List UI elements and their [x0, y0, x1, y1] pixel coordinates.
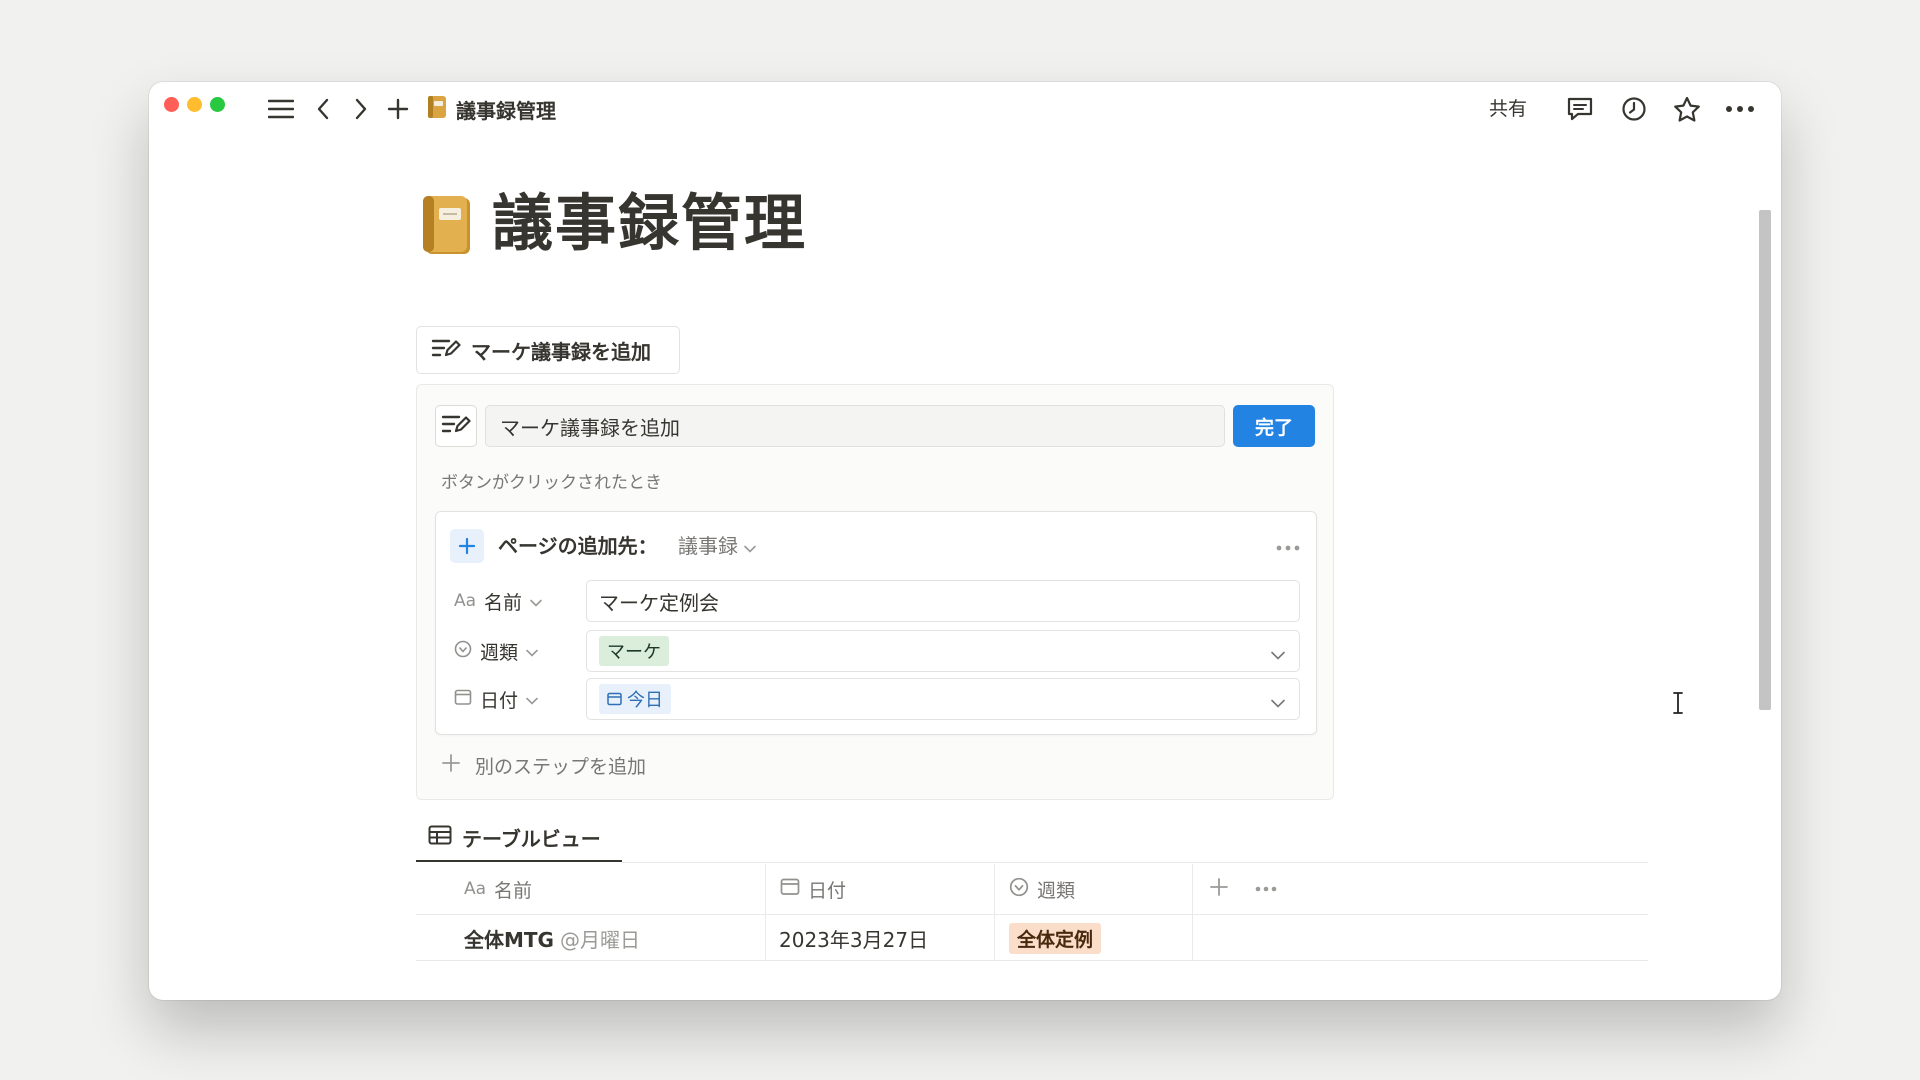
- button-name-input[interactable]: [485, 405, 1225, 447]
- page-title[interactable]: 議事録管理: [492, 185, 807, 263]
- button-editor: 完了 ボタンがクリックされたとき ページの追加先： 議事録 Aa 名前: [416, 384, 1334, 800]
- tab-divider: [622, 862, 1648, 863]
- title-bar: 議事録管理 共有: [149, 82, 1781, 136]
- calendar-icon: [454, 688, 472, 711]
- row-divider: [416, 960, 1648, 961]
- property-date-text: 日付: [480, 689, 519, 712]
- table-row-type-cell[interactable]: 全体定例: [1009, 916, 1102, 960]
- column-header-name-label: 名前: [494, 879, 533, 902]
- chevron-down-icon: [526, 640, 538, 662]
- step-title: ページの追加先：: [498, 534, 658, 558]
- select-type-icon: [454, 640, 472, 663]
- text-type-icon: Aa: [464, 879, 487, 899]
- chevron-down-icon: [530, 590, 542, 612]
- plus-icon: [1209, 877, 1229, 902]
- button-icon-picker[interactable]: [435, 405, 477, 447]
- trigger-label: ボタンがクリックされたとき: [441, 473, 662, 493]
- column-header-name[interactable]: Aa 名前: [464, 864, 532, 914]
- breadcrumb[interactable]: 議事録管理: [426, 92, 556, 126]
- breadcrumb-title: 議事録管理: [456, 98, 556, 123]
- property-label-date[interactable]: 日付: [454, 678, 538, 720]
- select-type-icon: [1009, 877, 1029, 902]
- property-label-type[interactable]: 週類: [454, 630, 538, 672]
- select-tag: マーケ: [599, 636, 669, 666]
- zoom-window-button[interactable]: [210, 97, 225, 112]
- add-page-step: ページの追加先： 議事録 Aa 名前 マーケ定例会 週類 マーケ 日付 今日: [435, 511, 1317, 735]
- column-header-type-label: 週類: [1037, 879, 1076, 902]
- add-minutes-button-label: マーケ議事録を追加: [471, 339, 651, 364]
- new-page-icon[interactable]: [385, 92, 411, 126]
- page-notebook-icon[interactable]: [420, 194, 474, 256]
- select-tag: 全体定例: [1009, 922, 1102, 954]
- property-name-text: 名前: [484, 591, 523, 614]
- column-divider[interactable]: [765, 864, 766, 960]
- more-icon[interactable]: [1723, 92, 1757, 126]
- add-column-button[interactable]: [1209, 864, 1229, 914]
- add-step-label: 別のステップを追加: [475, 755, 647, 778]
- text-cursor-icon: [1672, 692, 1684, 718]
- property-type-text: 週類: [480, 641, 519, 664]
- table-more-icon[interactable]: [1255, 864, 1277, 914]
- column-header-type[interactable]: 週類: [1009, 864, 1075, 914]
- tab-table-view[interactable]: テーブルビュー: [416, 814, 622, 862]
- minimize-window-button[interactable]: [187, 97, 202, 112]
- calendar-icon: [780, 877, 800, 901]
- close-window-button[interactable]: [164, 97, 179, 112]
- property-row-date: 日付 今日: [454, 678, 1300, 720]
- property-label-name[interactable]: Aa 名前: [454, 580, 542, 622]
- back-icon[interactable]: [311, 92, 335, 126]
- history-icon[interactable]: [1618, 92, 1650, 126]
- menu-icon[interactable]: [265, 92, 297, 126]
- step-plus-icon[interactable]: [450, 529, 484, 563]
- table-icon: [428, 825, 452, 849]
- property-value-date-select[interactable]: 今日: [586, 678, 1300, 720]
- header-divider: [416, 914, 1648, 915]
- target-database-label: 議事録: [678, 534, 738, 558]
- property-row-type: 週類 マーケ: [454, 630, 1300, 672]
- edit-list-icon: [431, 337, 461, 363]
- column-divider[interactable]: [1192, 864, 1193, 960]
- chevron-down-icon: [526, 688, 538, 710]
- date-mention[interactable]: @月曜日: [560, 924, 640, 953]
- text-type-icon: Aa: [454, 591, 477, 611]
- target-database-select[interactable]: 議事録: [678, 531, 756, 561]
- property-value-name-input[interactable]: [586, 580, 1300, 622]
- star-icon[interactable]: [1671, 92, 1703, 126]
- comment-icon[interactable]: [1563, 92, 1597, 126]
- row-name: 全体MTG: [464, 927, 554, 952]
- column-header-date[interactable]: 日付: [780, 864, 846, 914]
- step-more-icon[interactable]: [1276, 536, 1300, 555]
- tab-table-view-label: テーブルビュー: [462, 826, 601, 851]
- chevron-down-icon: [744, 531, 756, 561]
- add-step-button[interactable]: 別のステップを追加: [441, 747, 646, 783]
- column-divider[interactable]: [994, 864, 995, 960]
- add-minutes-button[interactable]: マーケ議事録を追加: [416, 326, 680, 374]
- date-tag: 今日: [599, 684, 671, 714]
- date-tag-text: 今日: [627, 690, 663, 711]
- forward-icon[interactable]: [349, 92, 373, 126]
- plus-icon: [441, 753, 461, 778]
- chevron-down-icon: [1271, 645, 1285, 664]
- share-button[interactable]: 共有: [1489, 92, 1527, 126]
- property-value-type-select[interactable]: マーケ: [586, 630, 1300, 672]
- chevron-down-icon: [1271, 693, 1285, 712]
- column-header-date-label: 日付: [808, 879, 847, 902]
- table-row-date-cell[interactable]: 2023年3月27日: [779, 916, 928, 960]
- notebook-icon: [426, 95, 448, 123]
- done-button[interactable]: 完了: [1233, 405, 1315, 447]
- table-row-name-cell[interactable]: 全体MTG @月曜日: [464, 916, 640, 960]
- calendar-icon: [607, 692, 622, 706]
- edit-list-icon: [441, 413, 471, 439]
- property-row-name: Aa 名前: [454, 580, 1300, 622]
- app-window: 議事録管理 共有 議事録管理 マーケ議事録を追加 マーケ議事録を追加 完了 ボタ…: [149, 82, 1781, 1000]
- scrollbar[interactable]: [1759, 210, 1771, 710]
